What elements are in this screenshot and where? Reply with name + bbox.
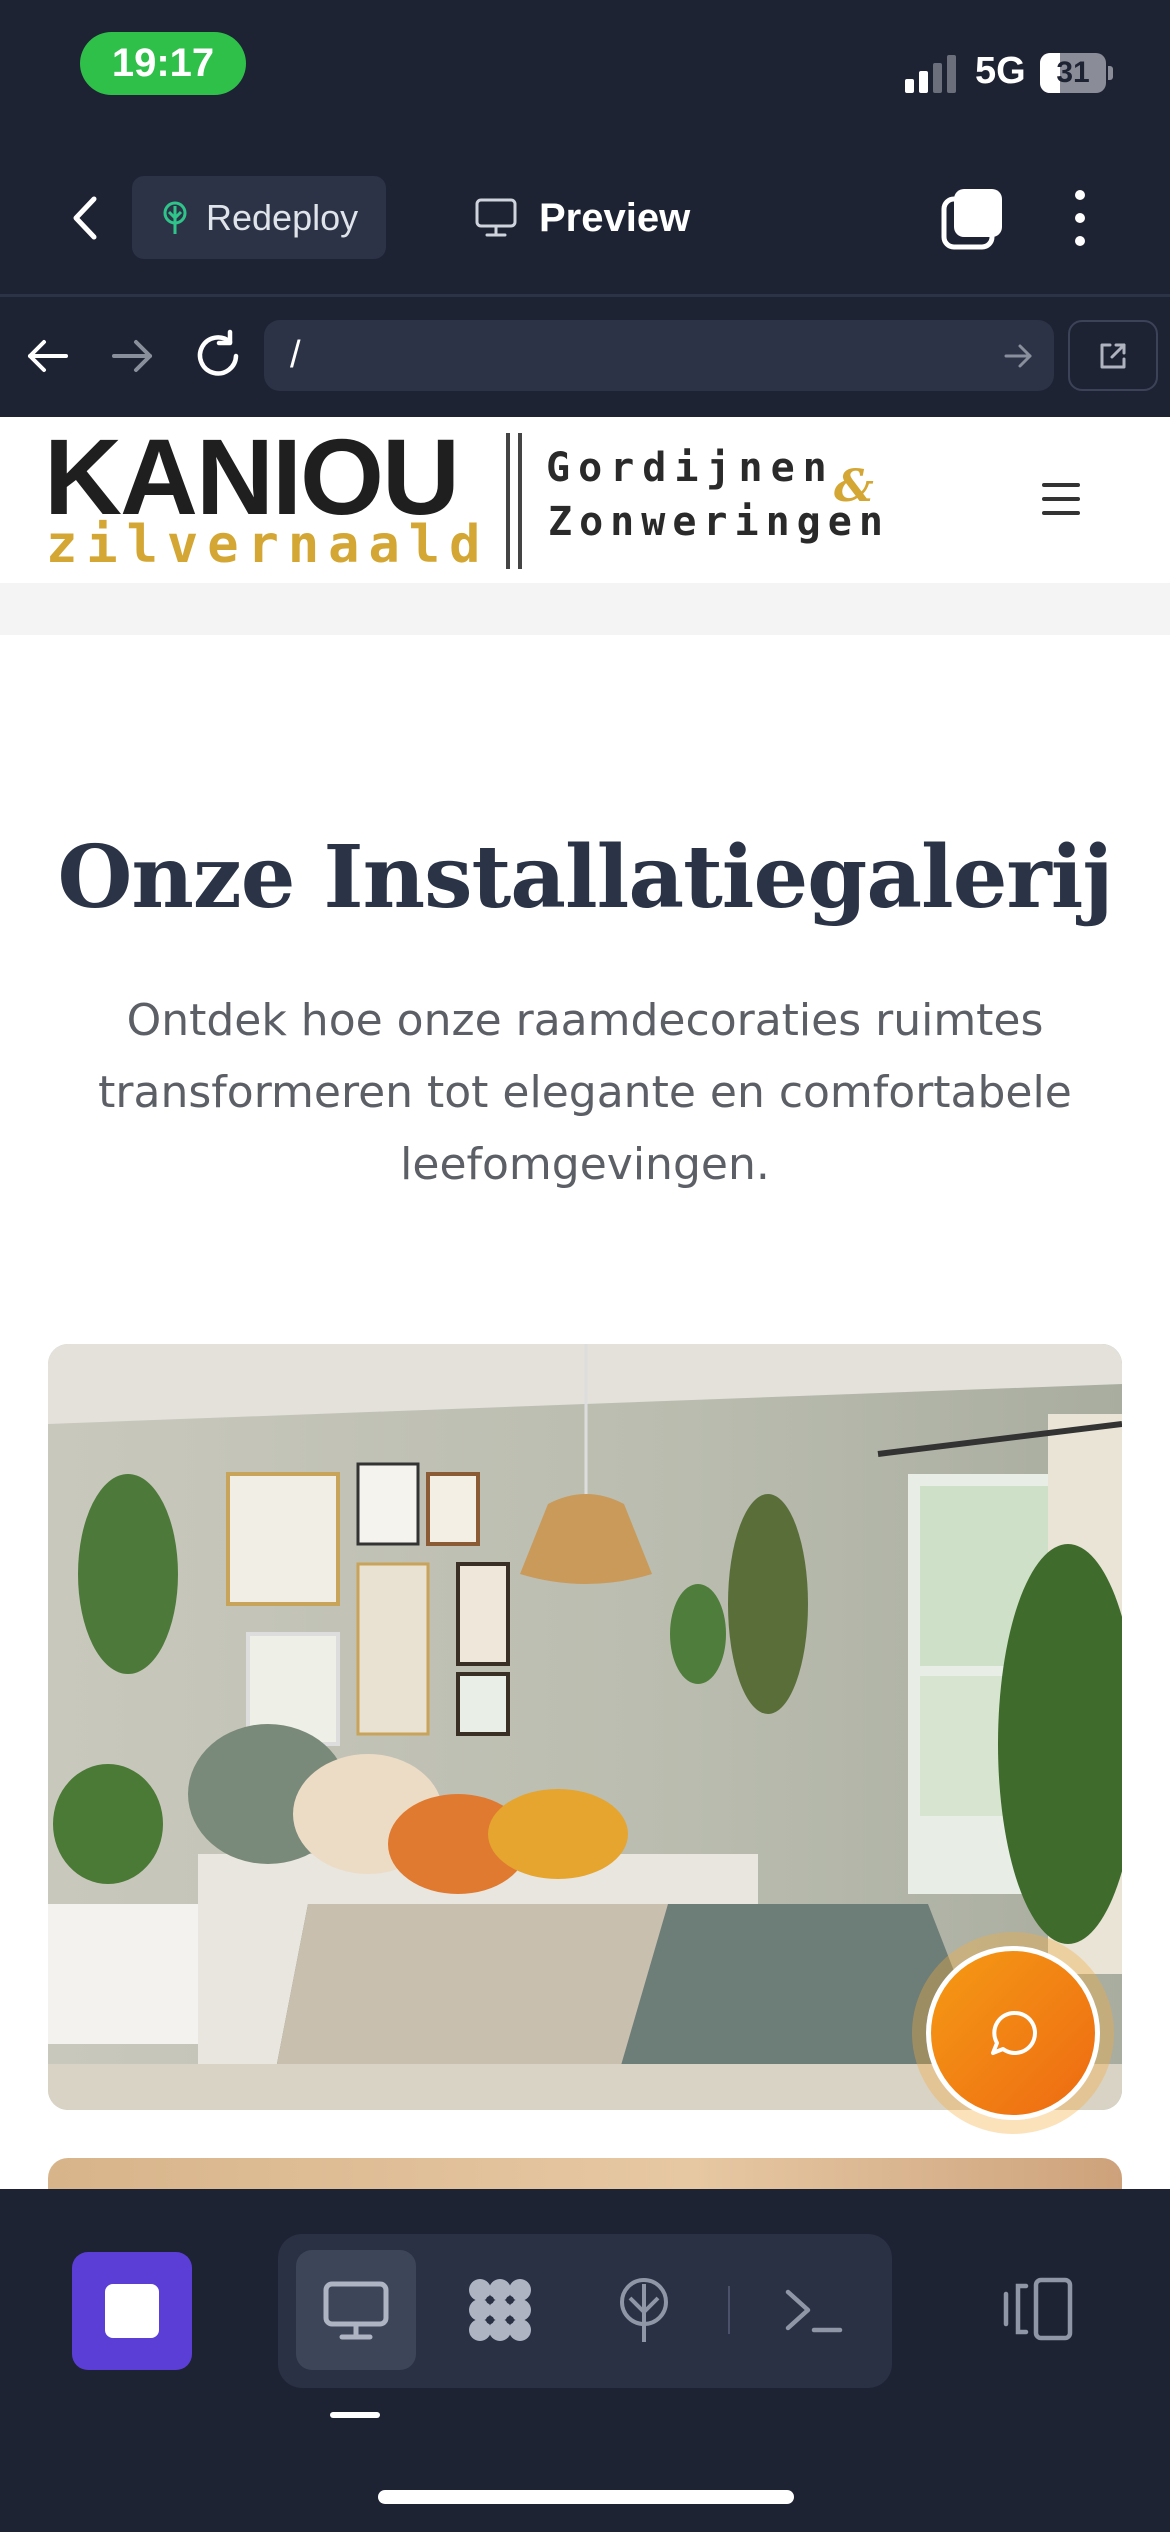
site-header: KANIOU zilvernaald Gordijnen & Zonwering… (0, 417, 1170, 583)
external-link-icon (1100, 343, 1126, 368)
terminal-icon[interactable] (778, 2274, 850, 2346)
monitor-icon (475, 198, 517, 237)
battery-icon: 31 (1040, 53, 1113, 93)
monitor-icon (323, 2281, 389, 2340)
grid-blocks-icon[interactable] (464, 2274, 536, 2346)
reload-icon[interactable] (190, 328, 246, 384)
chat-button[interactable] (926, 1946, 1100, 2120)
preview-label: Preview (539, 195, 691, 240)
open-external-button[interactable] (1068, 320, 1158, 391)
tree-icon[interactable] (608, 2274, 680, 2346)
more-menu-icon[interactable] (1060, 185, 1100, 251)
redeploy-label: Redeploy (206, 196, 359, 238)
logo-divider (518, 433, 522, 569)
chat-bubble-icon (991, 2010, 1037, 2055)
page-title: Onze Installatiegalerij (57, 827, 1113, 928)
layout-toggle-icon[interactable] (1000, 2276, 1074, 2342)
logo-tagline-1: Gordijnen (546, 445, 835, 491)
battery-level: 31 (1056, 56, 1090, 89)
preview-tab[interactable]: Preview (475, 190, 690, 246)
switcher-divider (728, 2286, 730, 2334)
logo-sub: zilvernaald (46, 515, 490, 575)
section-band (0, 583, 1170, 635)
page-subtitle: Ontdek hoe onze raamdecoraties ruimtes t… (98, 995, 1072, 1190)
url-bar[interactable]: / (264, 320, 1054, 391)
status-time: 19:17 (80, 32, 246, 95)
toolbar-divider (0, 294, 1170, 297)
logo-tagline-2: Zonweringen (548, 499, 890, 545)
network-type: 5G (975, 50, 1026, 92)
back-button[interactable] (60, 185, 110, 251)
signal-icon (905, 55, 956, 93)
redeploy-button[interactable]: Redeploy (132, 176, 386, 259)
tree-icon (163, 201, 187, 234)
active-indicator (330, 2412, 380, 2418)
gallery-image-2[interactable] (48, 2158, 1122, 2189)
url-text: / (290, 334, 301, 376)
home-indicator[interactable] (378, 2490, 794, 2504)
go-arrow-icon[interactable] (1002, 340, 1034, 372)
tabs-icon[interactable] (940, 185, 1006, 251)
stop-icon (105, 2284, 159, 2338)
hamburger-menu-icon[interactable] (1042, 481, 1082, 517)
browser-forward-icon[interactable] (106, 330, 158, 382)
stop-button[interactable] (72, 2252, 192, 2370)
web-viewport: KANIOU zilvernaald Gordijnen & Zonwering… (0, 417, 1170, 2189)
browser-back-icon[interactable] (22, 330, 74, 382)
logo-divider (506, 433, 510, 569)
